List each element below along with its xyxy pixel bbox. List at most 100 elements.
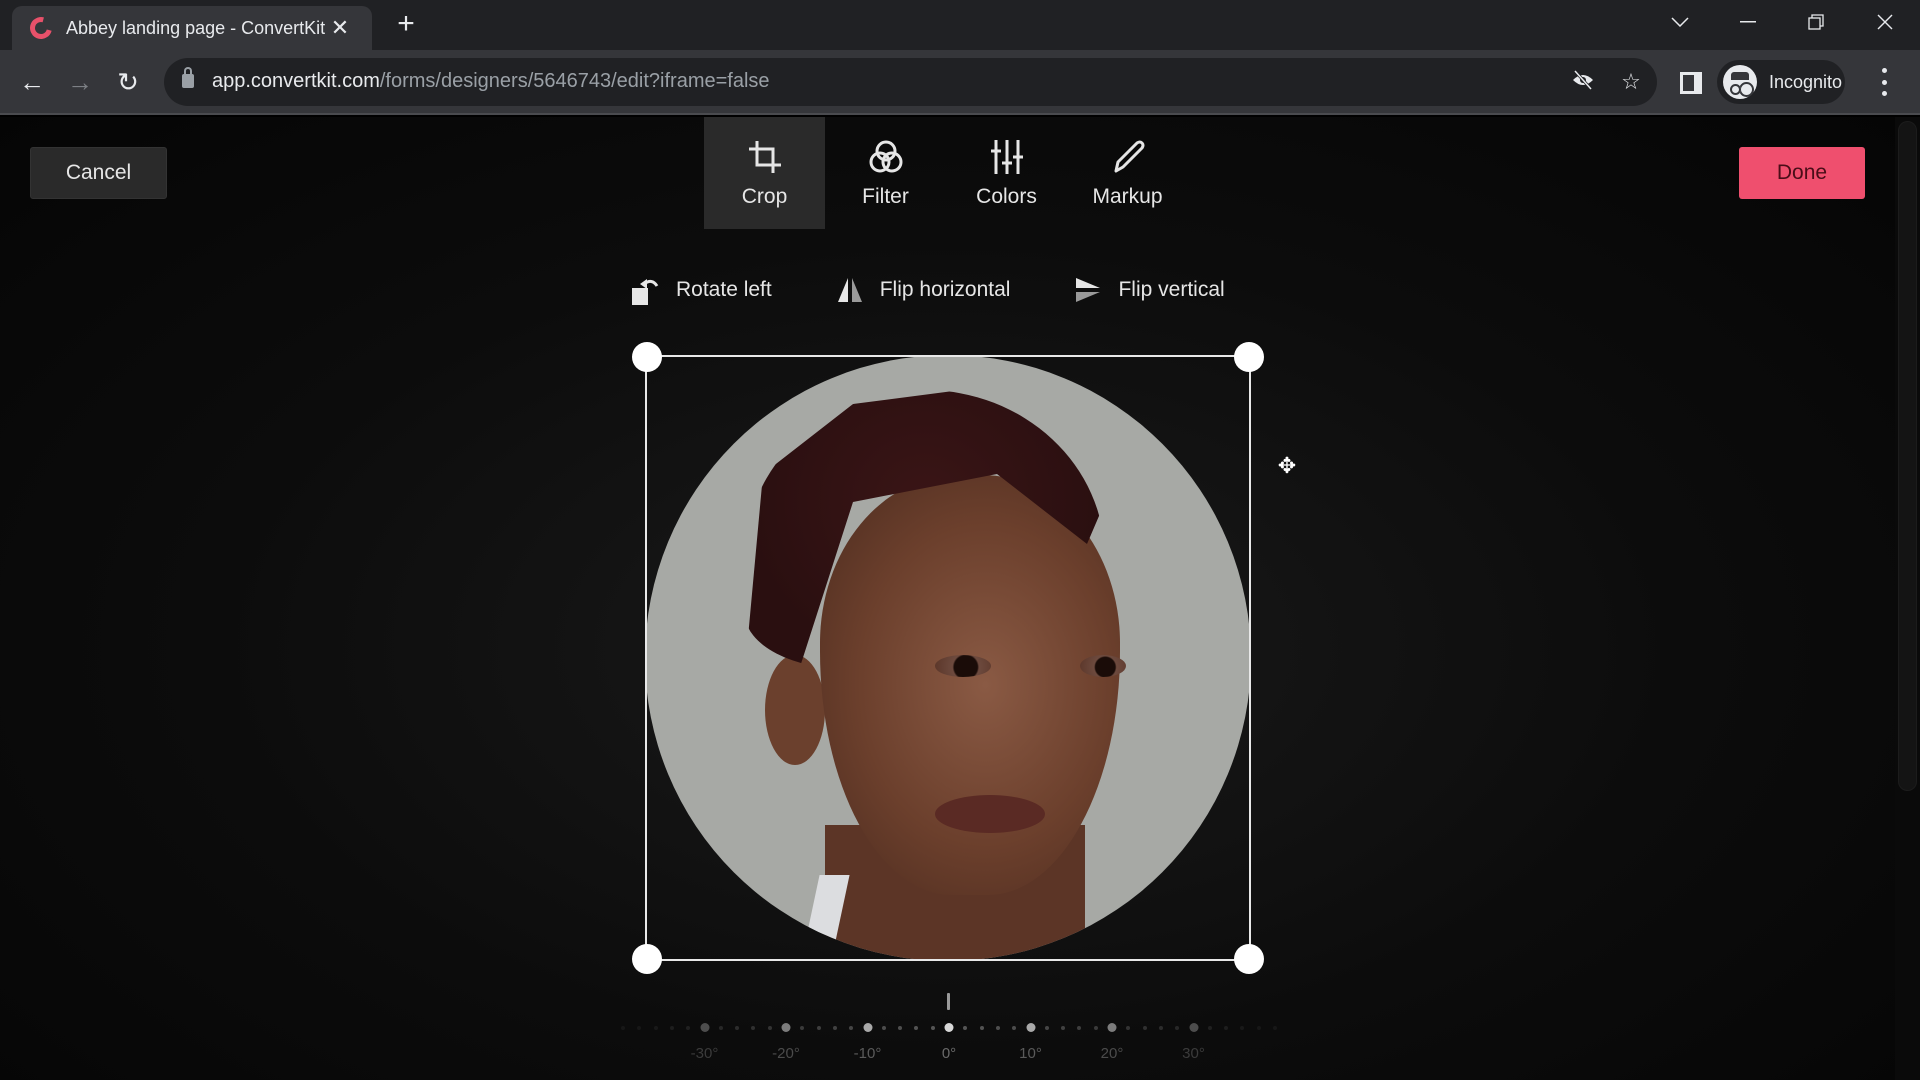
dial-tick [800, 1026, 805, 1030]
url-host: app.convertkit.com [212, 70, 380, 92]
page-scrollbar[interactable] [1895, 117, 1920, 1080]
dial-tick [1077, 1026, 1082, 1030]
url-text[interactable]: app.convertkit.com/forms/designers/56467… [212, 70, 770, 93]
dial-tick [1061, 1026, 1066, 1030]
rotation-indicator [947, 993, 950, 1010]
dial-tick [686, 1026, 691, 1030]
dial-label: 10° [1019, 1045, 1042, 1062]
filter-icon [869, 140, 902, 173]
dial-tick [1093, 1026, 1098, 1030]
forward-arrow-icon[interactable]: → [62, 64, 98, 100]
dial-tick [637, 1026, 642, 1030]
dial-tick [963, 1026, 968, 1030]
crop-icon [748, 141, 781, 173]
crop-handle-bottom-left[interactable] [632, 944, 662, 974]
sliders-icon [990, 140, 1023, 174]
flip-vertical-icon [1076, 278, 1101, 302]
done-button[interactable]: Done [1739, 147, 1865, 199]
incognito-label: Incognito [1769, 71, 1843, 92]
dial-tick [849, 1026, 854, 1030]
dial-tick [781, 1023, 791, 1032]
dial-tick [751, 1026, 756, 1030]
reload-icon[interactable]: ↻ [110, 64, 146, 100]
tab-filter[interactable]: Filter [825, 117, 946, 229]
address-bar[interactable]: app.convertkit.com/forms/designers/56467… [164, 58, 1657, 106]
dial-label: -20° [772, 1045, 800, 1062]
tab-crop-label: Crop [741, 185, 788, 208]
crop-area[interactable] [632, 342, 1264, 974]
url-path: /forms/designers/5646743/edit?iframe=fal… [379, 70, 770, 92]
tab-filter-label: Filter [862, 185, 909, 208]
dial-label: -30° [690, 1045, 719, 1062]
close-window-icon[interactable] [1855, 0, 1915, 44]
crop-frame[interactable] [632, 342, 1264, 974]
tab-markup[interactable]: Markup [1067, 117, 1188, 229]
browser-menu-icon[interactable] [1880, 68, 1888, 96]
flip-vertical-button[interactable]: Flip vertical [1072, 274, 1225, 306]
dial-label: 0° [941, 1045, 957, 1062]
dial-tick [914, 1026, 919, 1030]
dial-tick [1273, 1026, 1277, 1030]
lock-icon [182, 67, 194, 88]
dial-tick [1026, 1023, 1035, 1032]
dial-tick [1240, 1026, 1245, 1030]
dial-tick [1256, 1026, 1261, 1030]
back-arrow-icon[interactable]: ← [14, 64, 50, 100]
tab-crop[interactable]: Crop [704, 117, 825, 229]
dial-tick [832, 1026, 837, 1030]
crop-handle-bottom-right[interactable] [1234, 944, 1264, 974]
incognito-icon [1723, 65, 1757, 99]
dial-tick [944, 1023, 954, 1032]
dial-tick [621, 1026, 625, 1030]
tab-colors[interactable]: Colors [946, 117, 1067, 229]
restore-icon[interactable] [1786, 0, 1846, 44]
dial-tick [1224, 1026, 1229, 1030]
dial-tick [995, 1026, 1000, 1030]
dial-tick [700, 1023, 709, 1032]
incognito-profile-button[interactable]: Incognito [1717, 60, 1845, 104]
dial-tick [1107, 1023, 1117, 1032]
flip-horizontal-icon [837, 278, 862, 302]
dial-tick [1175, 1026, 1180, 1030]
dial-tick [669, 1026, 674, 1030]
cancel-button[interactable]: Cancel [30, 147, 167, 199]
dial-label: 30° [1182, 1045, 1205, 1062]
dial-tick [979, 1026, 984, 1030]
convertkit-logo-icon [25, 12, 57, 44]
minimize-icon[interactable] [1718, 0, 1778, 44]
tab-colors-label: Colors [976, 185, 1037, 208]
new-tab-button[interactable]: + [390, 8, 422, 40]
dial-tick [1158, 1026, 1163, 1030]
rotate-left-label: Rotate left [676, 278, 772, 301]
dial-tick [1044, 1026, 1049, 1030]
crop-actions: Rotate left Flip horizontal Flip vertica… [630, 270, 1287, 310]
scrollbar-thumb[interactable] [1898, 121, 1917, 791]
rotation-dial[interactable]: -30° -20° -10° 0° 10° 20° 30° [610, 990, 1290, 1070]
move-cursor-icon: ✥ [1277, 453, 1297, 478]
tab-search-chevron-icon[interactable] [1650, 0, 1710, 44]
editor-tool-tabs: Crop Filter Colors Markup [704, 117, 1188, 229]
tab-title: Abbey landing page - ConvertKit [66, 17, 326, 38]
flip-horizontal-button[interactable]: Flip horizontal [834, 274, 1011, 306]
rotate-left-button[interactable]: Rotate left [630, 274, 772, 306]
tab-close-icon[interactable]: ✕ [326, 14, 354, 42]
dial-label: -10° [853, 1045, 882, 1062]
flip-vertical-label: Flip vertical [1118, 278, 1225, 301]
dial-tick [653, 1026, 658, 1030]
flip-horizontal-label: Flip horizontal [879, 278, 1011, 301]
dial-tick [1189, 1023, 1198, 1032]
bookmark-star-icon[interactable]: ☆ [1617, 68, 1645, 96]
dial-tick [718, 1026, 723, 1030]
eye-off-icon[interactable] [1569, 68, 1597, 96]
dial-tick [767, 1026, 772, 1030]
side-panel-icon[interactable] [1680, 72, 1702, 94]
tab-markup-label: Markup [1092, 185, 1163, 208]
dial-tick [881, 1026, 886, 1030]
dial-tick [898, 1026, 903, 1030]
dial-tick [1207, 1026, 1212, 1030]
dial-tick [735, 1026, 740, 1030]
browser-tab[interactable]: Abbey landing page - ConvertKit ✕ [12, 6, 372, 50]
pencil-icon [1114, 140, 1144, 173]
crop-handle-top-right[interactable] [1234, 342, 1264, 372]
crop-handle-top-left[interactable] [632, 342, 662, 372]
